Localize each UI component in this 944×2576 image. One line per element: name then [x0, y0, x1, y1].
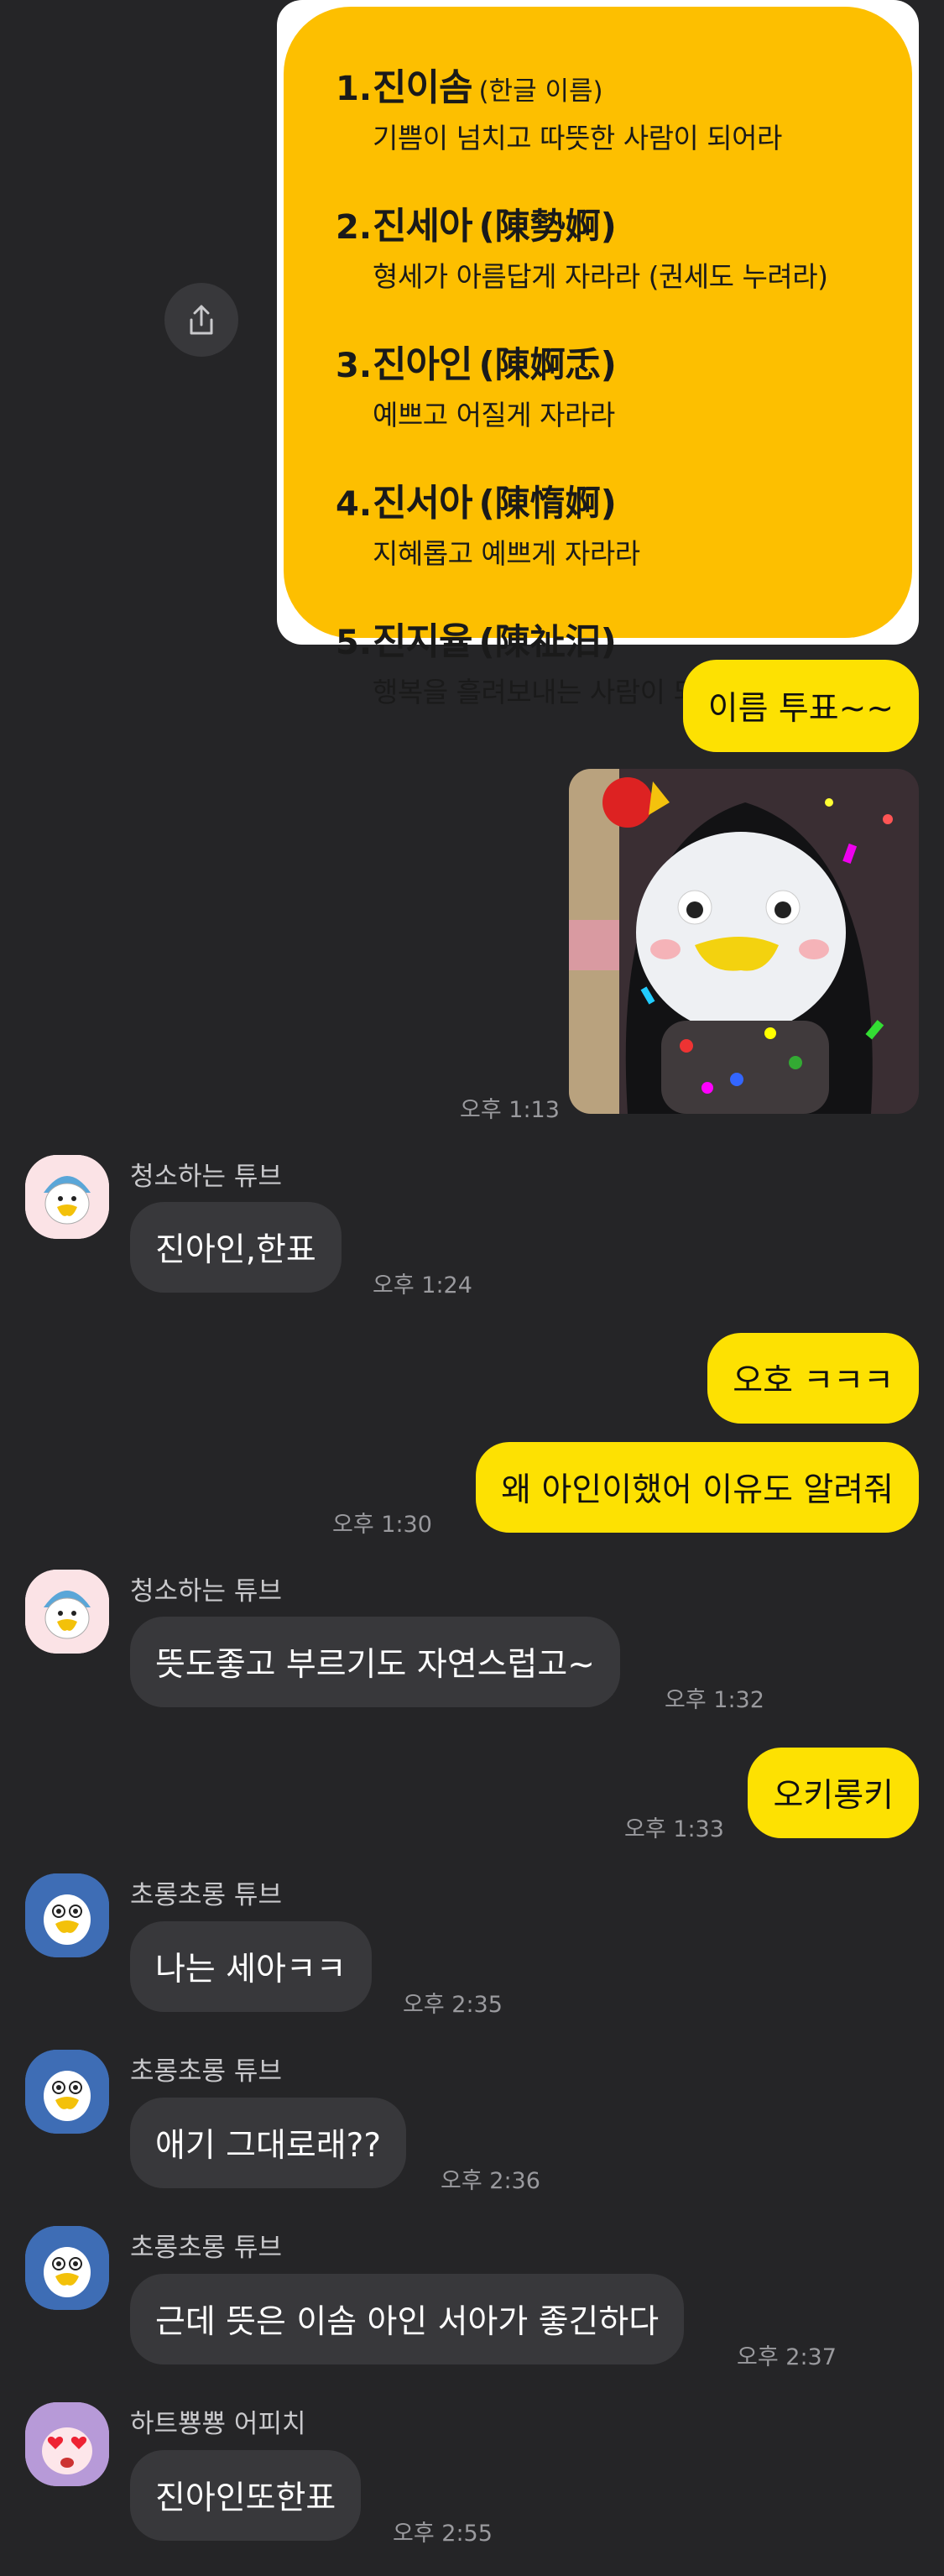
other-message-bubble[interactable]: 뜻도좋고 부르기도 자연스럽고~: [130, 1617, 620, 1707]
tube-cleaning-avatar: [25, 1570, 109, 1654]
message-time: 오후 1:24: [373, 1272, 472, 1298]
sender-name: 청소하는 튜브: [130, 1576, 282, 1607]
name-number: 5.: [336, 624, 373, 662]
sender-name: 청소하는 튜브: [130, 1162, 282, 1192]
my-message-bubble[interactable]: 왜 아인이했어 이유도 알려줘: [476, 1442, 919, 1533]
message-time: 오후 2:55: [393, 2521, 493, 2547]
sender-name: 하트뿅뿅 어피치: [130, 2409, 306, 2439]
apeach-heart-avatar: [25, 2402, 109, 2486]
name-hanja: (陳勢婀): [478, 206, 617, 247]
sender-name: 초롱초롱 튜브: [130, 2233, 282, 2263]
name-option: 3. 진아인 (陳婀忎) 예쁘고 어질게 자라라: [336, 334, 887, 433]
name-number: 3.: [336, 347, 373, 385]
message-text: 진아인또한표: [155, 2479, 336, 2517]
name-meaning: 지혜롭고 예쁘게 자라라: [373, 537, 640, 570]
message-time: 오후 1:13: [460, 1097, 560, 1123]
message-text: 오키롱키: [773, 1777, 894, 1815]
message-time: 오후 1:33: [624, 1816, 724, 1842]
avatar[interactable]: [25, 2050, 109, 2134]
share-button[interactable]: [164, 283, 238, 357]
name-option: 1. 진이솜 (한글 이름) 기쁨이 넘치고 따뜻한 사람이 되어라: [336, 57, 887, 156]
name-text: 진서아: [373, 482, 472, 525]
avatar[interactable]: [25, 2226, 109, 2310]
avatar[interactable]: [25, 1570, 109, 1654]
name-option: 2. 진세아 (陳勢婀) 형세가 아름답게 자라라 (권세도 누려라): [336, 196, 887, 295]
message-text: 이름 투표~~: [707, 690, 894, 728]
name-hanja: (陳惰婀): [478, 483, 617, 524]
message-text: 근데 뜻은 이솜 아인 서아가 좋긴하다: [155, 2303, 660, 2341]
name-number: 4.: [336, 485, 373, 524]
my-message-bubble[interactable]: 오키롱키: [748, 1748, 919, 1838]
name-card-image[interactable]: 1. 진이솜 (한글 이름) 기쁨이 넘치고 따뜻한 사람이 되어라 2. 진세…: [277, 0, 919, 708]
name-text: 진이솜: [373, 66, 472, 109]
sticker-penguin: [569, 769, 919, 1114]
avatar[interactable]: [25, 1155, 109, 1239]
my-message-bubble[interactable]: 오호 ㅋㅋㅋ: [707, 1333, 919, 1424]
message-time: 오후 2:37: [737, 2344, 837, 2370]
message-text: 나는 세아ㅋㅋ: [155, 1951, 347, 1988]
name-text: 진지율: [373, 620, 472, 663]
name-meaning: 형세가 아름답게 자라라 (권세도 누려라): [373, 260, 828, 293]
name-number: 1.: [336, 70, 373, 108]
tube-sparkle-avatar: [25, 2050, 109, 2134]
message-time: 오후 1:30: [332, 1512, 432, 1538]
tube-cleaning-avatar: [25, 1155, 109, 1239]
message-text: 오호 ㅋㅋㅋ: [733, 1362, 894, 1400]
message-time: 오후 2:36: [441, 2168, 540, 2194]
other-message-bubble[interactable]: 애기 그대로래??: [130, 2098, 407, 2188]
other-message-bubble[interactable]: 근데 뜻은 이솜 아인 서아가 좋긴하다: [130, 2274, 685, 2364]
message-time: 오후 1:32: [665, 1687, 764, 1713]
name-card-content: 1. 진이솜 (한글 이름) 기쁨이 넘치고 따뜻한 사람이 되어라 2. 진세…: [284, 7, 912, 708]
name-note: (한글 이름): [478, 76, 603, 107]
other-message-bubble[interactable]: 진아인또한표: [130, 2450, 362, 2541]
tube-sparkle-avatar: [25, 1873, 109, 1957]
name-text: 진세아: [373, 205, 472, 248]
other-message-bubble[interactable]: 진아인,한표: [130, 1202, 342, 1293]
sender-name: 초롱초롱 튜브: [130, 1880, 282, 1910]
name-text: 진아인: [373, 343, 472, 386]
message-time: 오후 2:35: [403, 1992, 503, 2018]
message-text: 애기 그대로래??: [155, 2127, 382, 2165]
my-message-bubble[interactable]: 이름 투표~~: [682, 660, 919, 752]
tube-sparkle-avatar: [25, 2226, 109, 2310]
message-text: 진아인,한표: [155, 1231, 316, 1269]
name-meaning: 예쁘고 어질게 자라라: [373, 399, 615, 431]
name-meaning: 기쁨이 넘치고 따뜻한 사람이 되어라: [373, 122, 782, 154]
name-hanja: (陳祉汨): [478, 621, 617, 662]
sticker-image[interactable]: [569, 769, 919, 1114]
sender-name: 초롱초롱 튜브: [130, 2056, 282, 2087]
name-number: 2.: [336, 208, 373, 247]
name-hanja: (陳婀忎): [478, 344, 617, 385]
other-message-bubble[interactable]: 나는 세아ㅋㅋ: [130, 1921, 372, 2012]
message-text: 뜻도좋고 부르기도 자연스럽고~: [155, 1646, 595, 1684]
share-icon: [190, 305, 213, 335]
avatar[interactable]: [25, 2402, 109, 2486]
name-option: 4. 진서아 (陳惰婀) 지혜롭고 예쁘게 자라라: [336, 473, 887, 572]
message-text: 왜 아인이했어 이유도 알려줘: [501, 1471, 894, 1509]
avatar[interactable]: [25, 1873, 109, 1957]
